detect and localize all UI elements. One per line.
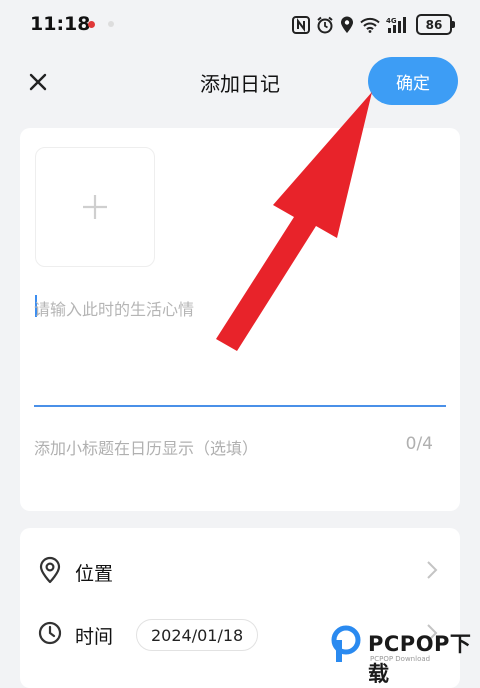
watermark-sub: PCPOP Download bbox=[370, 655, 431, 663]
location-row[interactable]: 位置 bbox=[20, 542, 460, 602]
top-bar: 添加日记 确定 bbox=[0, 56, 480, 108]
status-icons: 4G 86 bbox=[292, 14, 455, 35]
battery-indicator: 86 bbox=[416, 14, 455, 35]
confirm-button[interactable]: 确定 bbox=[368, 57, 458, 105]
time-label: 时间 bbox=[75, 626, 114, 648]
clock-icon bbox=[38, 621, 62, 645]
status-time: 11:18 bbox=[30, 13, 91, 35]
location-label: 位置 bbox=[75, 563, 114, 585]
subtitle-char-count: 0/4 bbox=[405, 434, 433, 454]
alarm-icon bbox=[317, 16, 333, 33]
plus-icon bbox=[83, 195, 107, 219]
diary-editor-card: 请输入此时的生活心情 添加小标题在日历显示（选填） 0/4 bbox=[20, 128, 460, 511]
subtitle-input[interactable]: 添加小标题在日历显示（选填） bbox=[34, 435, 258, 459]
chevron-right-icon bbox=[427, 561, 438, 579]
location-status-icon bbox=[341, 16, 353, 33]
pcpop-logo-icon bbox=[331, 625, 361, 662]
signal-icon: 4G bbox=[386, 16, 406, 33]
date-picker-button[interactable]: 2024/01/18 bbox=[136, 619, 259, 651]
nfc-icon bbox=[292, 15, 310, 34]
location-pin-icon bbox=[39, 556, 61, 584]
notification-dot-icon bbox=[88, 21, 95, 28]
input-underline bbox=[34, 405, 446, 407]
status-bar: 11:18 4G 86 bbox=[0, 0, 480, 48]
wifi-icon bbox=[360, 17, 380, 33]
mood-text-input[interactable]: 请输入此时的生活心情 bbox=[34, 296, 444, 320]
notification-dot-grey-icon bbox=[108, 21, 114, 27]
svg-text:4G: 4G bbox=[386, 17, 397, 25]
watermark: PCPOP下载 PCPOP Download bbox=[330, 622, 480, 686]
add-photo-button[interactable] bbox=[35, 147, 155, 267]
